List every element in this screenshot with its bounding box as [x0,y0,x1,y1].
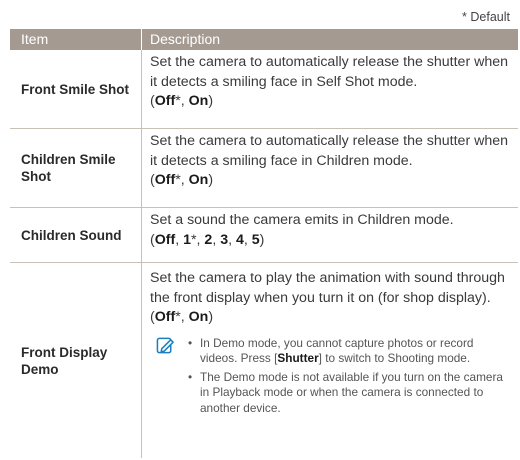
option-separator: ) [259,231,265,248]
option-value: 5 [251,231,260,248]
option-separator: , [243,231,252,248]
table-header: Item Description [10,29,518,50]
table-row: Children Smile Shot Set the camera to au… [10,129,518,208]
item-description: Set the camera to automatically release … [141,129,518,207]
option-separator: ) [208,309,214,325]
option-value: Off [154,93,176,109]
description-text: Set a sound the camera emits in Children… [150,212,454,228]
option-value: 1 [183,231,192,248]
description-text: Set the camera to play the animation wit… [150,270,505,306]
header-description: Description [141,29,518,50]
option-list: (Off, 1*, 2, 3, 4, 5) [150,232,264,248]
option-separator: , [175,231,184,248]
note-list: In Demo mode, you cannot capture photos … [187,336,512,420]
option-value: Off [154,309,176,325]
description-text: Set the camera to automatically release … [150,133,509,169]
option-list: (Off*, On) [150,172,213,188]
shutter-key-label: Shutter [277,350,319,365]
option-separator: ) [208,172,214,188]
option-value: 3 [220,231,229,248]
item-name: Front Smile Shot [21,81,129,97]
option-separator: ) [208,93,214,109]
item-name: Children Sound [21,227,122,243]
option-list: (Off*, On) [150,309,213,325]
item-description: Set a sound the camera emits in Children… [141,208,518,262]
option-separator: , [228,231,236,248]
option-value: 4 [235,231,244,248]
option-separator: *, [175,172,189,188]
settings-table: Item Description Front Smile Shot Set th… [10,29,518,458]
table-row: Front Display Demo Set the camera to pla… [10,263,518,458]
option-value: On [188,172,209,188]
note-pencil-icon [156,337,174,353]
item-name: Front Display Demo [21,344,108,377]
option-value: On [188,93,209,109]
item-description: Set the camera to play the animation wit… [141,263,518,458]
note-box: In Demo mode, you cannot capture photos … [150,336,512,420]
default-note: * Default [462,10,510,24]
option-separator: *, [175,93,189,109]
item-name: Children Smile Shot [21,152,116,184]
option-list: (Off*, On) [150,93,213,109]
table-row: Front Smile Shot Set the camera to autom… [10,50,518,129]
option-value: Off [154,172,176,188]
header-item: Item [21,31,49,47]
option-separator: *, [191,231,205,248]
item-description: Set the camera to automatically release … [141,50,518,128]
note-bullet: The Demo mode is not available if you tu… [187,370,512,416]
option-separator: *, [175,309,189,325]
table-row: Children Sound Set a sound the camera em… [10,208,518,263]
option-value: On [188,309,209,325]
description-text: Set the camera to automatically release … [150,54,509,90]
option-value: Off [154,231,176,248]
note-bullet: In Demo mode, you cannot capture photos … [187,336,512,367]
